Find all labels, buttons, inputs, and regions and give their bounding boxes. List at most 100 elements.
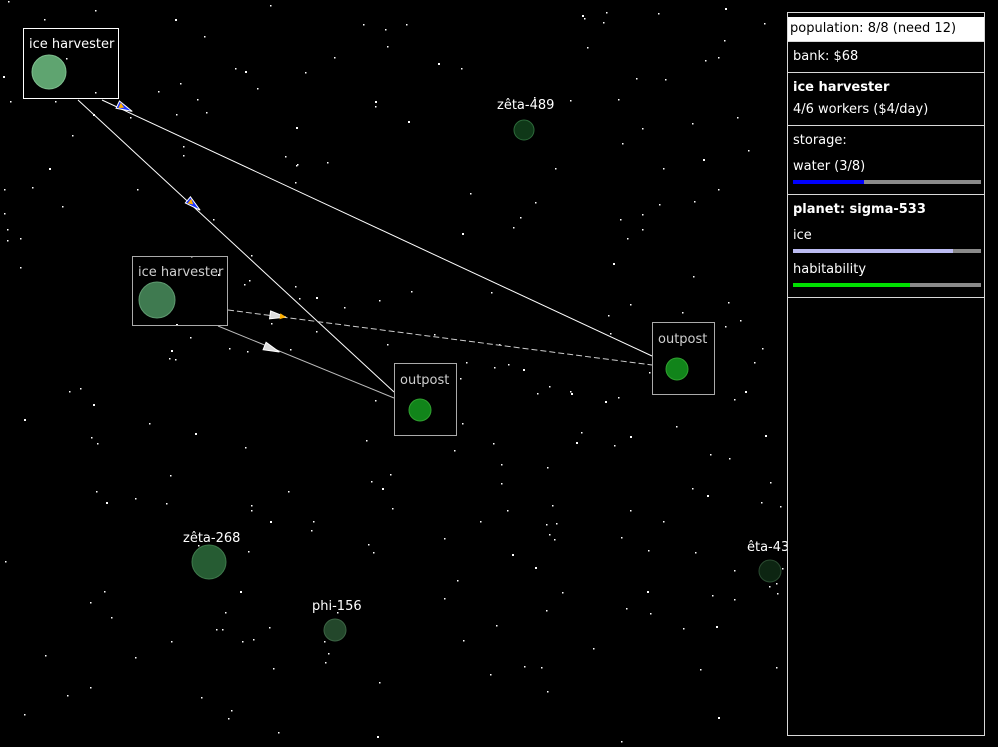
star xyxy=(513,227,515,229)
star xyxy=(618,397,620,399)
star xyxy=(190,337,192,339)
star xyxy=(494,367,496,369)
star xyxy=(327,162,329,164)
planet-stat-label: habitability xyxy=(793,262,867,277)
star xyxy=(366,440,368,442)
star xyxy=(295,286,297,288)
ship-icon[interactable] xyxy=(115,100,134,115)
star xyxy=(288,491,290,493)
star xyxy=(251,505,253,507)
star xyxy=(571,393,573,395)
star xyxy=(24,714,26,716)
star xyxy=(8,1,10,3)
star xyxy=(692,123,694,125)
star xyxy=(305,72,307,74)
building-ice-harvester[interactable]: ice harvester xyxy=(132,256,228,326)
star xyxy=(45,655,47,657)
star xyxy=(508,364,510,366)
star xyxy=(104,591,106,593)
star xyxy=(782,568,784,570)
star xyxy=(642,229,644,231)
star xyxy=(614,445,616,447)
star xyxy=(180,83,182,85)
star xyxy=(535,202,537,204)
star xyxy=(647,591,649,593)
star xyxy=(454,450,456,452)
star xyxy=(387,46,389,48)
star xyxy=(69,391,71,393)
star xyxy=(610,333,612,335)
star xyxy=(493,443,495,445)
star xyxy=(325,662,327,664)
star xyxy=(175,19,177,21)
star xyxy=(523,369,525,371)
star xyxy=(613,263,615,265)
star xyxy=(460,378,462,380)
star xyxy=(547,467,549,469)
star xyxy=(642,214,644,216)
star xyxy=(244,284,246,286)
star xyxy=(216,629,218,631)
star xyxy=(630,304,632,306)
planet-ice-bar xyxy=(793,249,981,253)
star xyxy=(204,36,206,38)
storage-water-bar xyxy=(793,180,981,184)
building-outpost[interactable]: outpost xyxy=(652,322,715,395)
planet-eta-43[interactable]: êta-43 xyxy=(747,540,789,583)
planet-zeta-268[interactable]: zêta-268 xyxy=(183,531,240,580)
route-line xyxy=(227,309,653,366)
star xyxy=(222,629,224,631)
star xyxy=(328,653,330,655)
star xyxy=(235,68,237,70)
star xyxy=(554,539,556,541)
star xyxy=(169,358,171,360)
planet-title: planet: sigma-533 xyxy=(793,202,926,217)
star xyxy=(171,350,173,352)
star xyxy=(247,351,249,353)
star xyxy=(729,458,731,460)
workers-readout: 4/6 workers ($4/day) xyxy=(793,102,929,117)
star xyxy=(626,608,628,610)
planet-phi-156[interactable]: phi-156 xyxy=(312,599,362,642)
star xyxy=(158,91,160,93)
star xyxy=(240,591,242,593)
star xyxy=(556,523,558,525)
star xyxy=(665,79,667,81)
ship-icon[interactable] xyxy=(184,195,202,213)
ship-icon[interactable] xyxy=(262,341,281,355)
planet-ice-fill xyxy=(793,249,953,253)
star xyxy=(461,68,463,70)
star xyxy=(630,436,632,438)
ship-icon[interactable] xyxy=(268,310,287,321)
star xyxy=(290,349,292,351)
star xyxy=(618,99,620,101)
star xyxy=(373,552,375,554)
star xyxy=(316,331,318,333)
building-ice-harvester-selected[interactable]: ice harvester xyxy=(23,28,119,99)
star xyxy=(748,150,750,152)
planet-zeta-489[interactable]: zêta-489 xyxy=(497,98,554,141)
star xyxy=(693,276,695,278)
star xyxy=(555,168,557,170)
star xyxy=(728,302,730,304)
star xyxy=(496,625,498,627)
star xyxy=(166,503,168,505)
building-outpost[interactable]: outpost xyxy=(394,363,457,436)
star xyxy=(725,326,727,328)
star xyxy=(480,521,482,523)
star xyxy=(524,666,526,668)
building-label: ice harvester xyxy=(138,265,224,280)
star xyxy=(605,401,607,403)
star xyxy=(470,193,472,195)
star xyxy=(377,736,379,738)
star xyxy=(622,143,624,145)
star xyxy=(636,78,638,80)
star xyxy=(206,112,208,114)
star xyxy=(311,530,313,532)
star xyxy=(7,229,9,231)
star xyxy=(66,58,68,60)
star xyxy=(20,267,22,269)
star xyxy=(24,419,26,421)
star xyxy=(581,432,583,434)
star xyxy=(734,399,736,401)
